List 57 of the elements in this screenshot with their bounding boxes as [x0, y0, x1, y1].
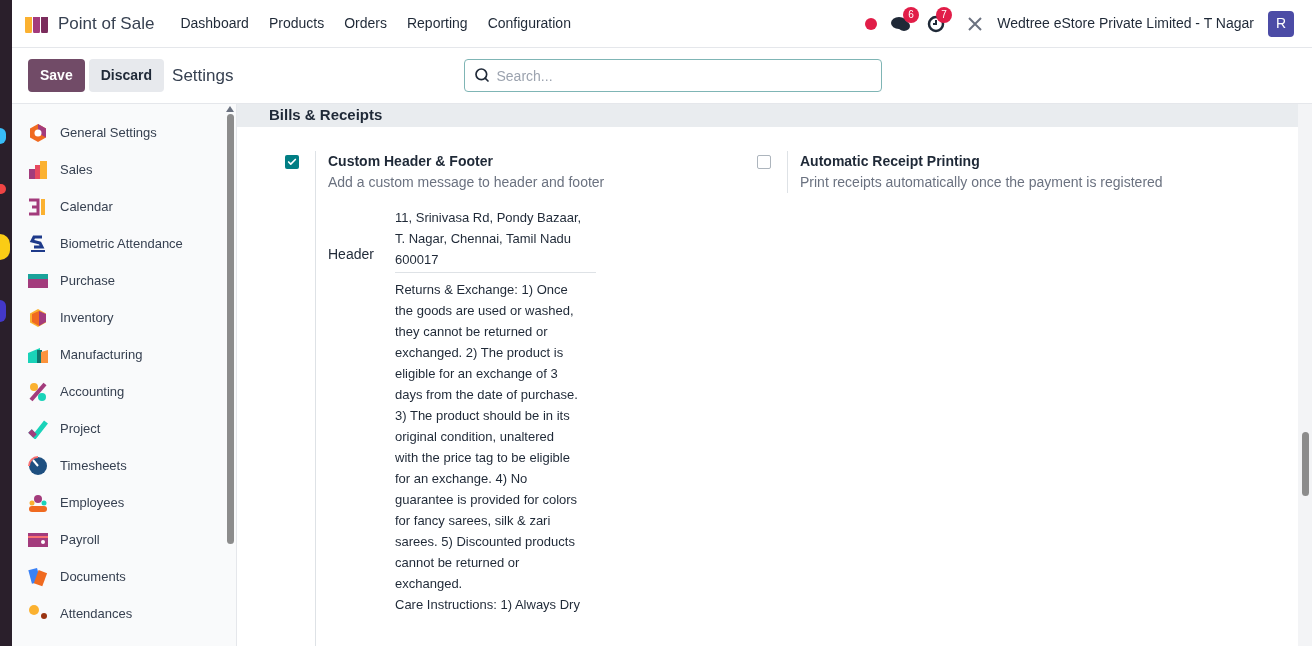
- discard-button[interactable]: Discard: [88, 59, 165, 92]
- calendar-icon: [28, 196, 48, 217]
- sidebar-item[interactable]: Documents: [28, 558, 224, 595]
- sidebar-item[interactable]: Manufacturing: [28, 336, 224, 373]
- sidebar-item[interactable]: Attendances: [28, 595, 224, 632]
- menu-item[interactable]: Reporting: [396, 13, 478, 34]
- sidebar-item[interactable]: Payroll: [28, 521, 224, 558]
- sidebar-item[interactable]: Inventory: [28, 299, 224, 336]
- dock-icon[interactable]: [0, 128, 6, 144]
- sidebar-item[interactable]: Purchase: [28, 262, 224, 299]
- logo-icon: [28, 233, 48, 254]
- hexagon-icon: [28, 122, 48, 143]
- app-title[interactable]: Point of Sale: [58, 10, 155, 37]
- percent-icon: [28, 381, 48, 402]
- footer-textarea[interactable]: Returns & Exchange: 1) Once the goods are used or washed, they cannot be returned or exchanged. 2) The product is eligible for an exchange of 3 days from the date of purchase. 3) The product should be in its original condition, unaltered with the price tag to be eligible for an exchange. 4) No guarantee is provided for colors for fancy sarees, silk & zari sarees. 5) Discounted products cannot be returned or exchanged. Care Instructions: 1) Always Dry: [395, 272, 600, 615]
- checkbox[interactable]: [757, 154, 771, 169]
- breadcrumb: Settings: [172, 64, 234, 87]
- dock-icon[interactable]: [0, 234, 10, 260]
- sidebar-item[interactable]: Accounting: [28, 373, 224, 410]
- save-button[interactable]: Save: [28, 59, 85, 92]
- setting-description: Add a custom message to header and footer: [328, 172, 605, 192]
- field-label: Header: [328, 244, 375, 264]
- sidebar-item[interactable]: Calendar: [28, 188, 224, 225]
- pages-icon: [28, 566, 48, 587]
- notification-badge: 7: [936, 6, 952, 23]
- menu-item[interactable]: Dashboard: [170, 13, 259, 34]
- sidebar-item[interactable]: Biometric Attendance: [28, 225, 224, 262]
- menu-item[interactable]: Configuration: [477, 13, 581, 34]
- sidebar-item[interactable]: Timesheets: [28, 447, 224, 484]
- section-header: Bills & Receipts: [237, 104, 1298, 127]
- scrollbar-thumb[interactable]: [1301, 432, 1309, 496]
- cube-icon: [28, 307, 48, 328]
- menu-item[interactable]: Products: [258, 13, 335, 34]
- user-avatar[interactable]: R: [1268, 10, 1294, 37]
- dock-icon[interactable]: [0, 184, 6, 194]
- scrollbar-thumb[interactable]: [226, 114, 234, 544]
- scrollbar[interactable]: [1298, 104, 1312, 646]
- sidebar-item[interactable]: Sales: [28, 151, 224, 188]
- setting-title: Automatic Receipt Printing: [800, 151, 981, 171]
- company-name[interactable]: Wedtree eStore Private Limited - T Nagar: [997, 13, 1254, 34]
- sidebar-item[interactable]: Employees: [28, 484, 224, 521]
- menu-item[interactable]: Orders: [334, 13, 397, 34]
- gauge-icon: [28, 455, 48, 476]
- awning-logo-icon: [24, 14, 50, 33]
- setting-title: Custom Header & Footer: [328, 151, 494, 171]
- sidebar-item[interactable]: General Settings: [28, 114, 224, 151]
- checkmark-icon: [28, 418, 48, 439]
- header-textarea[interactable]: 11, Srinivasa Rd, Pondy Bazaar, T. Nagar, Chennai, Tamil Nadu 600017: [395, 206, 596, 273]
- sidebar-item[interactable]: Project: [28, 410, 224, 447]
- search-icon: [473, 67, 490, 83]
- setting-description: Print receipts automatically once the payment is registered: [800, 172, 1163, 192]
- bar-chart-icon: [28, 159, 48, 180]
- checkbox[interactable]: [285, 154, 299, 169]
- people-icon: [28, 492, 48, 513]
- scroll-up-arrow-icon[interactable]: [226, 106, 234, 112]
- search-field[interactable]: Search...: [463, 59, 882, 92]
- notification-badge: 6: [903, 6, 919, 23]
